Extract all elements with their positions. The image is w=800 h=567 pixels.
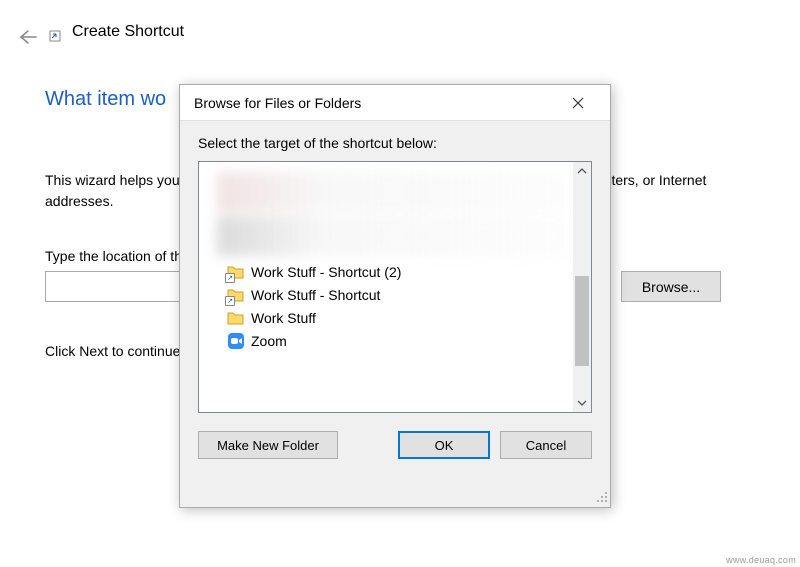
dialog-title: Browse for Files or Folders	[194, 95, 361, 111]
scroll-down-icon[interactable]	[573, 394, 591, 412]
resize-grip-icon[interactable]	[594, 491, 608, 505]
blurred-item	[217, 172, 569, 212]
tree-item-label: Work Stuff	[251, 310, 316, 326]
browse-dialog: Browse for Files or Folders Select the t…	[179, 84, 611, 508]
next-hint: Click Next to continue.	[45, 343, 184, 359]
scroll-track[interactable]	[573, 180, 591, 394]
browse-button[interactable]: Browse...	[621, 271, 721, 302]
zoom-icon	[227, 332, 245, 350]
wizard-title: Create Shortcut	[72, 23, 184, 41]
tree-item-zoom[interactable]: Zoom	[203, 329, 569, 352]
folder-icon	[227, 309, 245, 327]
tree-item-work-stuff-shortcut-2[interactable]: ↗ Work Stuff - Shortcut (2)	[203, 260, 569, 283]
folder-shortcut-icon: ↗	[227, 286, 245, 304]
blurred-item	[217, 216, 569, 256]
close-icon	[572, 97, 584, 109]
scroll-up-icon[interactable]	[573, 162, 591, 180]
back-arrow-icon[interactable]	[18, 29, 38, 50]
ok-button[interactable]: OK	[398, 431, 490, 459]
folder-shortcut-icon: ↗	[227, 263, 245, 281]
close-button[interactable]	[556, 88, 600, 118]
tree-item-label: Zoom	[251, 333, 287, 349]
dialog-button-row: Make New Folder OK Cancel	[180, 413, 610, 477]
tree-item-label: Work Stuff - Shortcut	[251, 287, 380, 303]
tree-content[interactable]: ↗ Work Stuff - Shortcut (2) ↗ Work Stuff…	[199, 162, 573, 412]
make-new-folder-button[interactable]: Make New Folder	[198, 431, 338, 459]
watermark: www.deuaq.com	[726, 555, 796, 565]
scrollbar[interactable]	[573, 162, 591, 412]
dialog-instruction: Select the target of the shortcut below:	[180, 121, 610, 161]
scroll-thumb[interactable]	[575, 276, 589, 366]
dialog-title-bar[interactable]: Browse for Files or Folders	[180, 85, 610, 121]
shortcut-window-icon	[49, 29, 61, 41]
cancel-button[interactable]: Cancel	[500, 431, 592, 459]
tree-item-label: Work Stuff - Shortcut (2)	[251, 264, 401, 280]
tree-item-work-stuff[interactable]: Work Stuff	[203, 306, 569, 329]
tree-item-work-stuff-shortcut[interactable]: ↗ Work Stuff - Shortcut	[203, 283, 569, 306]
folder-tree: ↗ Work Stuff - Shortcut (2) ↗ Work Stuff…	[198, 161, 592, 413]
wizard-heading: What item wo	[45, 88, 166, 111]
